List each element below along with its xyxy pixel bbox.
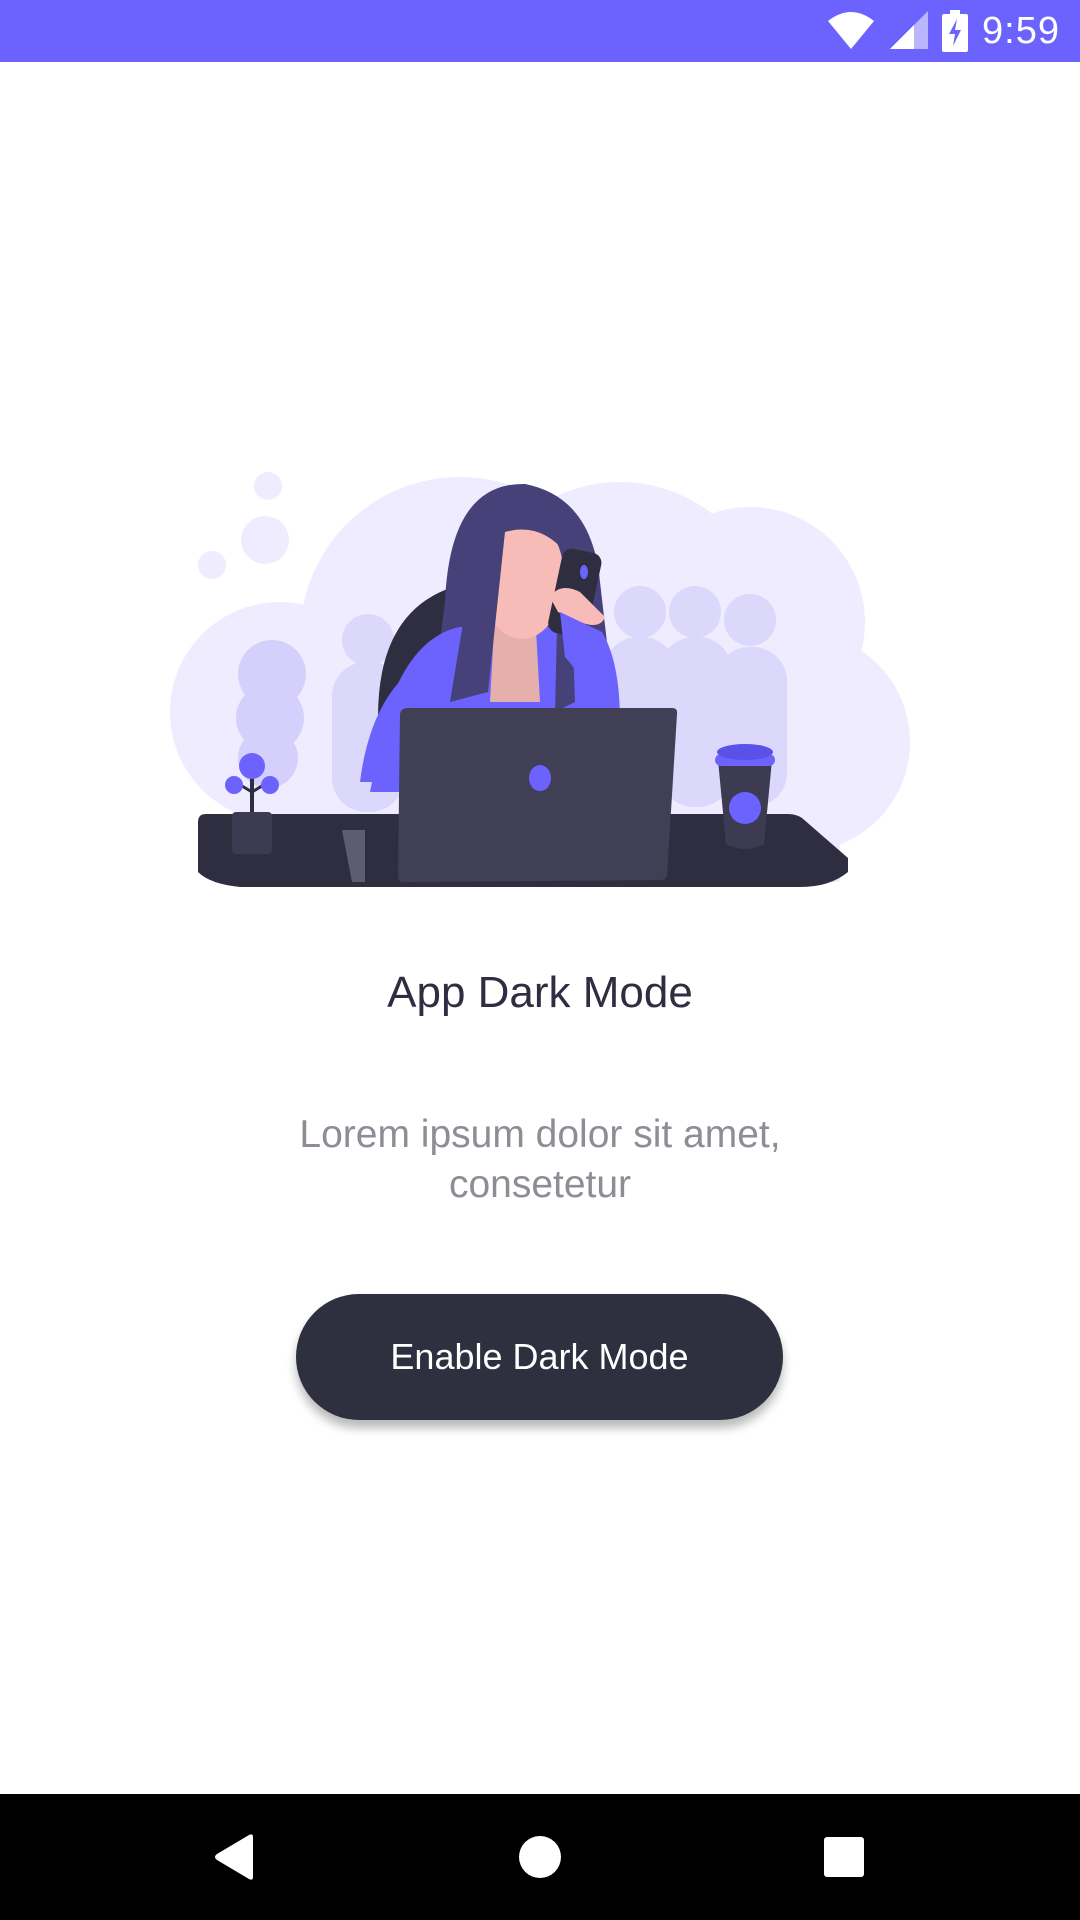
home-button[interactable] xyxy=(480,1794,600,1920)
battery-charging-icon xyxy=(942,10,969,52)
woman-working-on-laptop-illustration xyxy=(170,472,910,887)
recents-button[interactable] xyxy=(784,1794,904,1920)
status-bar: 9:59 xyxy=(0,0,1080,62)
back-button[interactable] xyxy=(175,1794,295,1920)
page-title: App Dark Mode xyxy=(387,968,693,1017)
enable-dark-mode-button[interactable]: Enable Dark Mode xyxy=(296,1294,783,1420)
status-time: 9:59 xyxy=(982,9,1060,52)
status-icons: 9:59 xyxy=(828,0,1060,62)
back-icon xyxy=(215,1834,253,1880)
wifi-icon xyxy=(828,12,875,49)
recents-icon xyxy=(824,1837,864,1877)
navigation-bar xyxy=(0,1794,1080,1920)
page-subtitle: Lorem ipsum dolor sit amet, consetetur xyxy=(299,1113,781,1206)
home-icon xyxy=(519,1836,561,1878)
cell-signal-icon xyxy=(890,11,929,49)
